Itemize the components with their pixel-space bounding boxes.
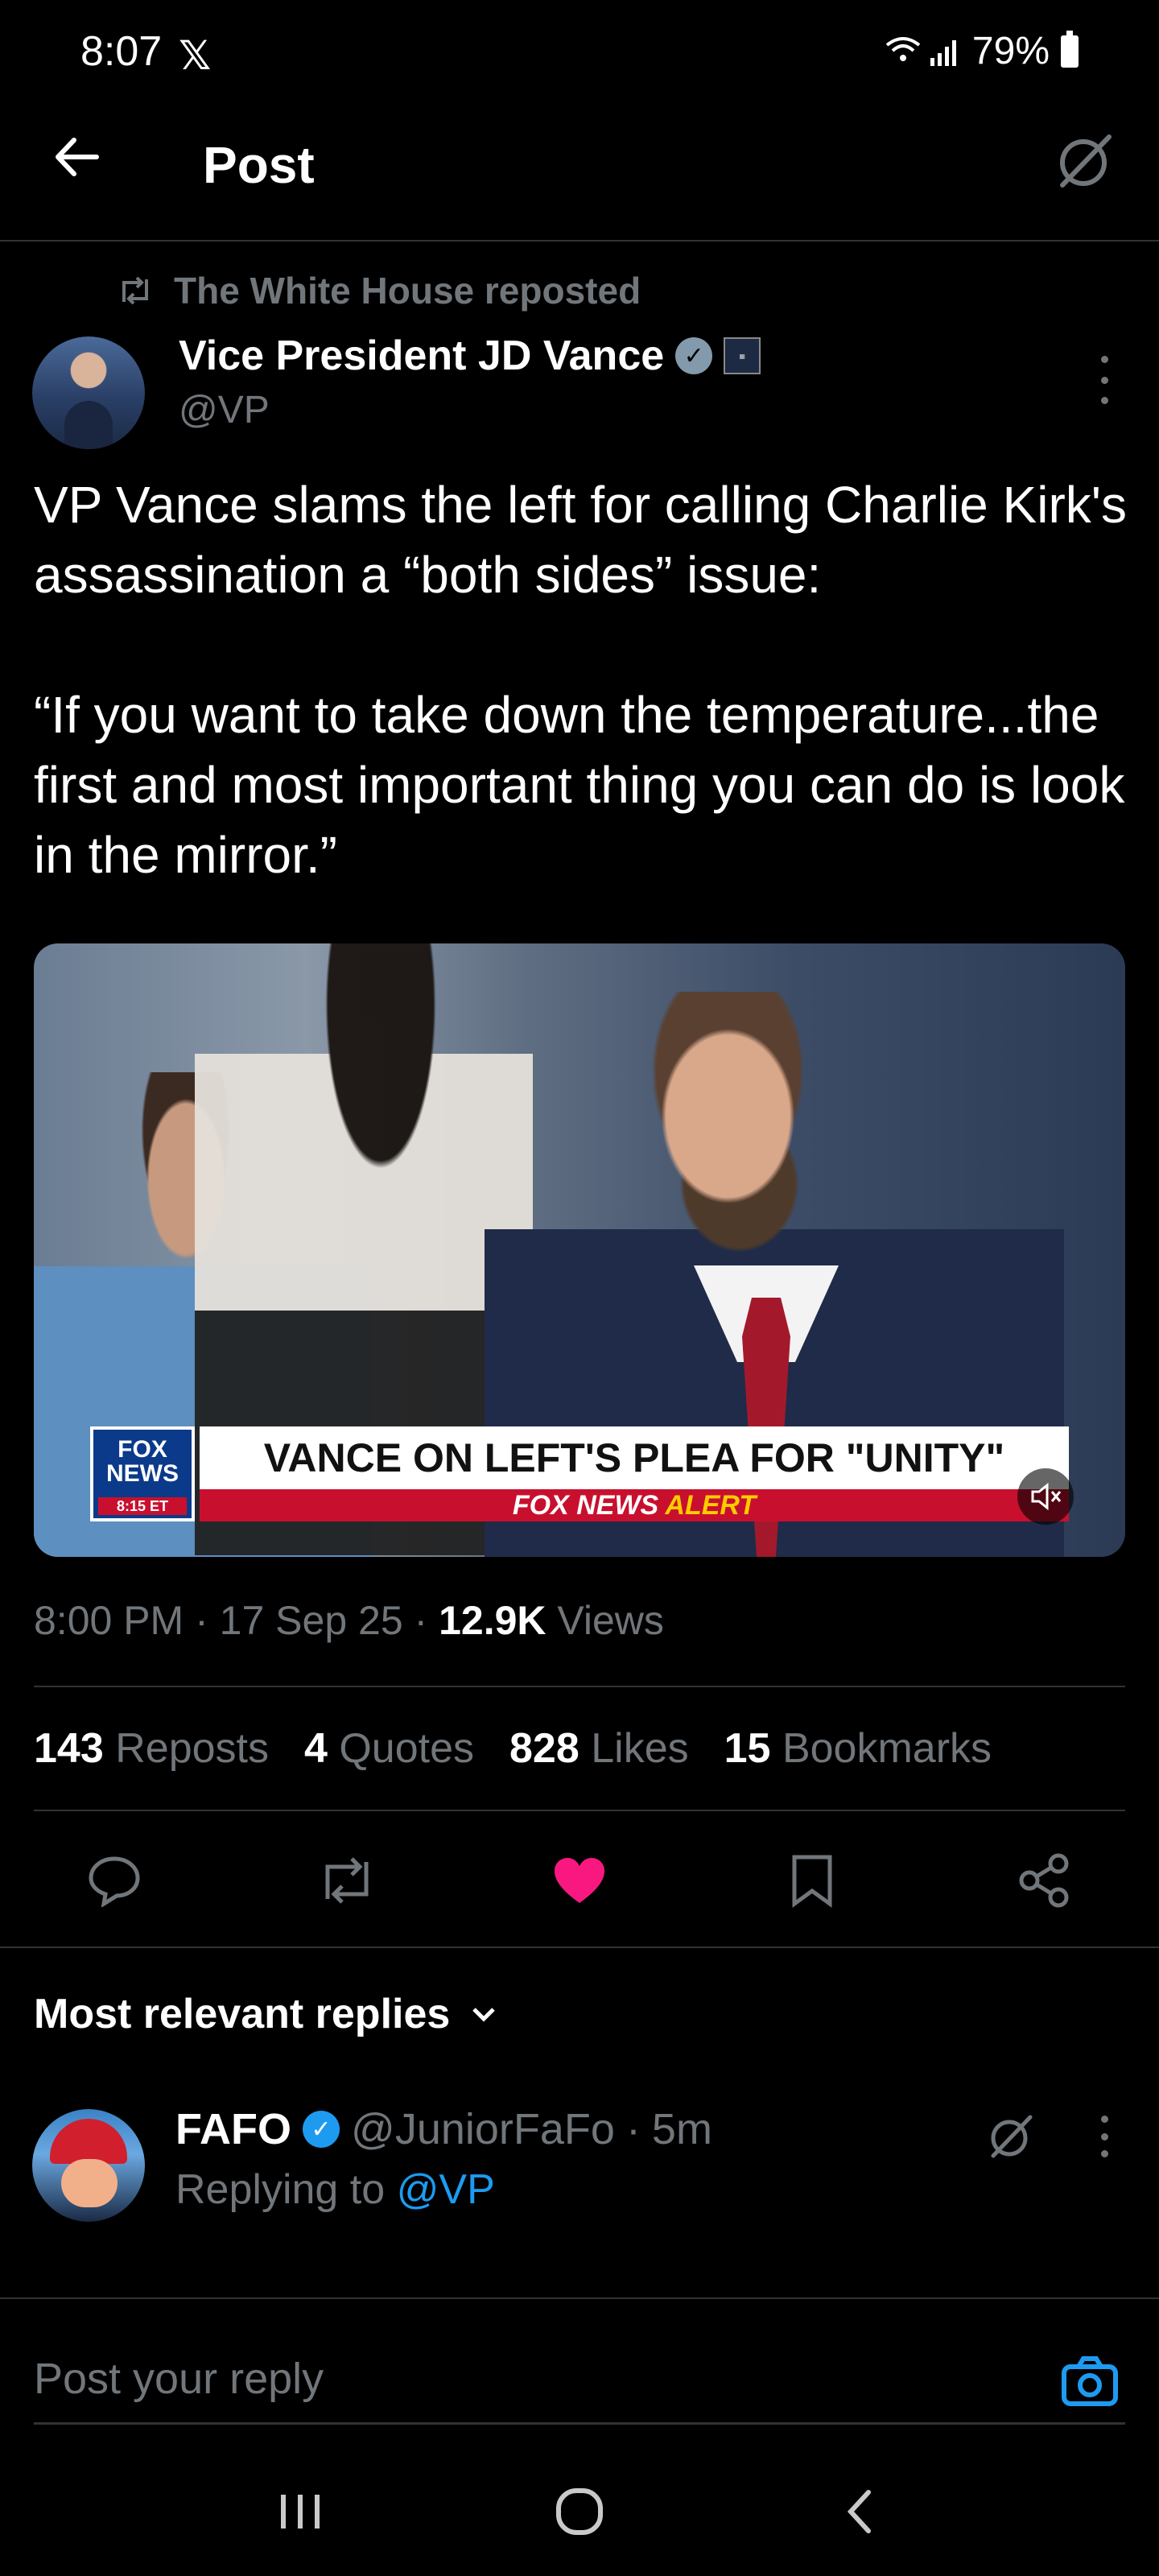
bookmark-icon[interactable]: [780, 1848, 844, 1913]
reply-composer: [34, 2334, 1125, 2425]
avatar[interactable]: [32, 336, 145, 449]
arrow-left-icon[interactable]: [48, 129, 105, 194]
repost-context[interactable]: The White House reposted: [118, 269, 641, 312]
repost-icon[interactable]: [315, 1848, 379, 1913]
post-time: 8:00 PM: [34, 1598, 184, 1643]
reply-age: 5m: [651, 2105, 712, 2153]
stat-bookmarks[interactable]: 15 Bookmarks: [724, 1724, 992, 1773]
fox-time: 8:15 ET: [98, 1497, 187, 1515]
repost-icon: [122, 276, 148, 305]
reply-header: FAFO ✓ @JuniorFaFo · 5m: [175, 2104, 712, 2154]
verified-badge-icon: ✓: [675, 337, 713, 374]
battery-icon: [1061, 30, 1079, 68]
reply-author-name[interactable]: FAFO: [175, 2104, 291, 2154]
news-chyron: FOX NEWS 8:15 ET VANCE ON LEFT'S PLEA FO…: [90, 1426, 1104, 1521]
repost-label: The White House reposted: [174, 270, 641, 312]
divider: [34, 1810, 1125, 1811]
post-stats: 143 Reposts 4 Quotes 828 Likes 15 Bookma…: [34, 1724, 992, 1773]
action-bar: [34, 1840, 1125, 1921]
chyron-alert: FOX NEWS ALERT: [200, 1489, 1069, 1521]
camera-icon[interactable]: [1058, 2349, 1122, 2413]
replying-to: Replying to @VP: [175, 2165, 495, 2214]
stat-likes[interactable]: 828 Likes: [509, 1724, 689, 1773]
divider: [0, 2297, 1159, 2299]
grok-icon[interactable]: [985, 2111, 1037, 2162]
affiliation-badge-icon: ▦: [724, 337, 761, 374]
status-right: 79%: [884, 29, 1079, 73]
like-icon[interactable]: [547, 1848, 612, 1913]
home-icon[interactable]: [547, 2479, 612, 2544]
post-date: 17 Sep 25: [219, 1598, 403, 1643]
chevron-down-icon: [472, 2008, 496, 2022]
post-text: VP Vance slams the left for calling Char…: [34, 476, 1127, 884]
divider: [34, 1686, 1125, 1687]
stat-reposts[interactable]: 143 Reposts: [34, 1724, 269, 1773]
avatar[interactable]: [32, 2109, 145, 2222]
replying-prefix: Replying to: [175, 2166, 386, 2213]
verified-badge-icon: ✓: [303, 2111, 340, 2148]
views-label: Views: [557, 1598, 664, 1643]
author-name-row[interactable]: Vice President JD Vance ✓ ▦: [179, 332, 761, 380]
mute-icon[interactable]: [1017, 1468, 1074, 1525]
back-icon[interactable]: [827, 2479, 891, 2544]
status-bar: 8:07 𝕏 79%: [0, 0, 1159, 105]
chyron-sub-a: FOX NEWS: [512, 1490, 659, 1521]
author-handle[interactable]: @VP: [179, 388, 270, 432]
replies-heading: Most relevant replies: [34, 1991, 451, 2037]
wifi-signal-icon: [885, 36, 956, 66]
system-nav-bar: [0, 2447, 1159, 2576]
x-logo-icon: 𝕏: [179, 33, 212, 78]
reply-icon[interactable]: [82, 1848, 146, 1913]
stat-quotes[interactable]: 4 Quotes: [304, 1724, 474, 1773]
author-name: Vice President JD Vance: [179, 332, 665, 379]
replies-sort-dropdown[interactable]: Most relevant replies: [34, 1990, 498, 2038]
chyron-headline: VANCE ON LEFT'S PLEA FOR "UNITY": [200, 1426, 1069, 1489]
fox-news-logo: FOX NEWS 8:15 ET: [90, 1426, 195, 1521]
status-time: 8:07: [80, 28, 163, 75]
post-meta: 8:00 PM · 17 Sep 25 · 12.9K Views: [34, 1598, 664, 1643]
video-player[interactable]: FOX NEWS 8:15 ET VANCE ON LEFT'S PLEA FO…: [34, 943, 1125, 1557]
page-title: Post: [203, 136, 315, 194]
chyron-sub-b: ALERT: [665, 1490, 757, 1521]
reply-author-handle[interactable]: @JuniorFaFo: [351, 2104, 615, 2154]
grok-icon[interactable]: [1053, 129, 1117, 193]
recent-apps-icon[interactable]: [268, 2479, 332, 2544]
share-icon[interactable]: [1013, 1848, 1077, 1913]
more-options-icon[interactable]: [1096, 356, 1112, 404]
battery-percent: 79%: [971, 30, 1050, 72]
top-bar: [0, 113, 1159, 242]
divider: [0, 1946, 1159, 1948]
more-options-icon[interactable]: [1096, 2116, 1112, 2157]
reply-input[interactable]: [34, 2351, 1000, 2407]
replying-to-link[interactable]: @VP: [397, 2166, 495, 2213]
views-count: 12.9K: [439, 1598, 547, 1643]
